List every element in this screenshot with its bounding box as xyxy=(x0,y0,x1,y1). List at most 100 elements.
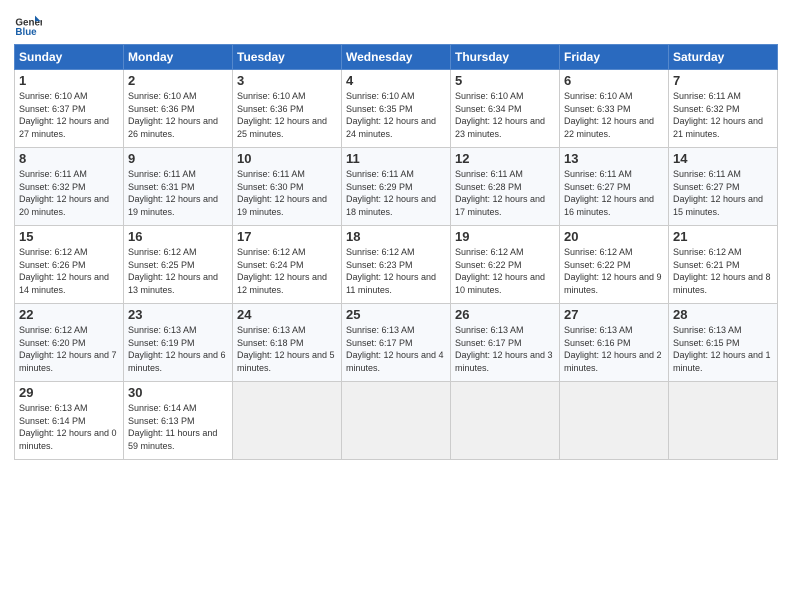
day-info: Sunrise: 6:12 AMSunset: 6:22 PMDaylight:… xyxy=(455,246,555,296)
calendar-week-row: 8 Sunrise: 6:11 AMSunset: 6:32 PMDaylight… xyxy=(15,148,778,226)
header-tuesday: Tuesday xyxy=(233,45,342,70)
day-number: 9 xyxy=(128,151,228,166)
calendar-cell: 21 Sunrise: 6:12 AMSunset: 6:21 PMDayligh… xyxy=(669,226,778,304)
day-number: 11 xyxy=(346,151,446,166)
day-info: Sunrise: 6:11 AMSunset: 6:32 PMDaylight:… xyxy=(673,90,773,140)
header-monday: Monday xyxy=(124,45,233,70)
day-number: 8 xyxy=(19,151,119,166)
day-info: Sunrise: 6:11 AMSunset: 6:30 PMDaylight:… xyxy=(237,168,337,218)
day-number: 3 xyxy=(237,73,337,88)
calendar-cell xyxy=(669,382,778,460)
day-info: Sunrise: 6:12 AMSunset: 6:22 PMDaylight:… xyxy=(564,246,664,296)
day-number: 25 xyxy=(346,307,446,322)
calendar-cell: 10 Sunrise: 6:11 AMSunset: 6:30 PMDayligh… xyxy=(233,148,342,226)
calendar-cell: 30Sunrise: 6:14 AMSunset: 6:13 PMDayligh… xyxy=(124,382,233,460)
day-info: Sunrise: 6:11 AMSunset: 6:32 PMDaylight:… xyxy=(19,168,119,218)
day-info: Sunrise: 6:12 AMSunset: 6:23 PMDaylight:… xyxy=(346,246,446,296)
day-info: Sunrise: 6:13 AMSunset: 6:17 PMDaylight:… xyxy=(455,324,555,374)
day-number: 2 xyxy=(128,73,228,88)
day-number: 28 xyxy=(673,307,773,322)
calendar-cell: 28 Sunrise: 6:13 AMSunset: 6:15 PMDayligh… xyxy=(669,304,778,382)
day-info: Sunrise: 6:12 AMSunset: 6:21 PMDaylight:… xyxy=(673,246,773,296)
header-sunday: Sunday xyxy=(15,45,124,70)
day-number: 16 xyxy=(128,229,228,244)
day-number: 14 xyxy=(673,151,773,166)
day-info: Sunrise: 6:10 AMSunset: 6:35 PMDaylight:… xyxy=(346,90,446,140)
day-info: Sunrise: 6:10 AMSunset: 6:36 PMDaylight:… xyxy=(237,90,337,140)
day-info: Sunrise: 6:13 AMSunset: 6:19 PMDaylight:… xyxy=(128,324,228,374)
day-info: Sunrise: 6:13 AMSunset: 6:17 PMDaylight:… xyxy=(346,324,446,374)
day-number: 12 xyxy=(455,151,555,166)
calendar-cell: 11 Sunrise: 6:11 AMSunset: 6:29 PMDayligh… xyxy=(342,148,451,226)
day-number: 4 xyxy=(346,73,446,88)
main-container: General Blue Sunday Monday Tuesday Wedne… xyxy=(0,0,792,470)
day-info: Sunrise: 6:10 AMSunset: 6:37 PMDaylight:… xyxy=(19,90,119,140)
day-number: 7 xyxy=(673,73,773,88)
day-number: 21 xyxy=(673,229,773,244)
day-number: 23 xyxy=(128,307,228,322)
days-header-row: Sunday Monday Tuesday Wednesday Thursday… xyxy=(15,45,778,70)
header-friday: Friday xyxy=(560,45,669,70)
header-wednesday: Wednesday xyxy=(342,45,451,70)
day-number: 27 xyxy=(564,307,664,322)
calendar-week-row: 1 Sunrise: 6:10 AMSunset: 6:37 PMDaylight… xyxy=(15,70,778,148)
calendar-cell: 27Sunrise: 6:13 AMSunset: 6:16 PMDayligh… xyxy=(560,304,669,382)
calendar-cell: 26 Sunrise: 6:13 AMSunset: 6:17 PMDayligh… xyxy=(451,304,560,382)
calendar-cell: 5 Sunrise: 6:10 AMSunset: 6:34 PMDaylight… xyxy=(451,70,560,148)
day-info: Sunrise: 6:11 AMSunset: 6:31 PMDaylight:… xyxy=(128,168,228,218)
header-saturday: Saturday xyxy=(669,45,778,70)
day-info: Sunrise: 6:10 AMSunset: 6:34 PMDaylight:… xyxy=(455,90,555,140)
calendar-cell: 17 Sunrise: 6:12 AMSunset: 6:24 PMDayligh… xyxy=(233,226,342,304)
header-thursday: Thursday xyxy=(451,45,560,70)
svg-text:Blue: Blue xyxy=(15,27,37,38)
day-info: Sunrise: 6:12 AMSunset: 6:26 PMDaylight:… xyxy=(19,246,119,296)
day-number: 10 xyxy=(237,151,337,166)
day-number: 22 xyxy=(19,307,119,322)
day-number: 30 xyxy=(128,385,228,400)
calendar-week-row: 22 Sunrise: 6:12 AMSunset: 6:20 PMDayligh… xyxy=(15,304,778,382)
calendar-cell: 22 Sunrise: 6:12 AMSunset: 6:20 PMDayligh… xyxy=(15,304,124,382)
day-info: Sunrise: 6:13 AMSunset: 6:14 PMDaylight:… xyxy=(19,402,119,452)
calendar-cell: 7 Sunrise: 6:11 AMSunset: 6:32 PMDaylight… xyxy=(669,70,778,148)
calendar-cell xyxy=(560,382,669,460)
day-number: 17 xyxy=(237,229,337,244)
day-info: Sunrise: 6:12 AMSunset: 6:20 PMDaylight:… xyxy=(19,324,119,374)
calendar-cell: 13 Sunrise: 6:11 AMSunset: 6:27 PMDayligh… xyxy=(560,148,669,226)
calendar-cell: 4 Sunrise: 6:10 AMSunset: 6:35 PMDaylight… xyxy=(342,70,451,148)
calendar-cell: 19 Sunrise: 6:12 AMSunset: 6:22 PMDayligh… xyxy=(451,226,560,304)
day-number: 15 xyxy=(19,229,119,244)
calendar-cell xyxy=(451,382,560,460)
day-number: 26 xyxy=(455,307,555,322)
day-info: Sunrise: 6:10 AMSunset: 6:36 PMDaylight:… xyxy=(128,90,228,140)
day-info: Sunrise: 6:11 AMSunset: 6:28 PMDaylight:… xyxy=(455,168,555,218)
day-number: 1 xyxy=(19,73,119,88)
calendar-cell: 6 Sunrise: 6:10 AMSunset: 6:33 PMDaylight… xyxy=(560,70,669,148)
calendar-cell: 20 Sunrise: 6:12 AMSunset: 6:22 PMDayligh… xyxy=(560,226,669,304)
calendar-cell: 25 Sunrise: 6:13 AMSunset: 6:17 PMDayligh… xyxy=(342,304,451,382)
calendar-week-row: 15 Sunrise: 6:12 AMSunset: 6:26 PMDayligh… xyxy=(15,226,778,304)
calendar-cell: 18Sunrise: 6:12 AMSunset: 6:23 PMDayligh… xyxy=(342,226,451,304)
header: General Blue xyxy=(14,10,778,38)
day-info: Sunrise: 6:12 AMSunset: 6:24 PMDaylight:… xyxy=(237,246,337,296)
calendar-week-row: 29 Sunrise: 6:13 AMSunset: 6:14 PMDayligh… xyxy=(15,382,778,460)
calendar-cell: 15 Sunrise: 6:12 AMSunset: 6:26 PMDayligh… xyxy=(15,226,124,304)
day-number: 20 xyxy=(564,229,664,244)
day-number: 6 xyxy=(564,73,664,88)
day-number: 19 xyxy=(455,229,555,244)
logo: General Blue xyxy=(14,10,42,38)
calendar-cell: 12 Sunrise: 6:11 AMSunset: 6:28 PMDayligh… xyxy=(451,148,560,226)
day-number: 13 xyxy=(564,151,664,166)
calendar-cell: 2 Sunrise: 6:10 AMSunset: 6:36 PMDaylight… xyxy=(124,70,233,148)
day-info: Sunrise: 6:11 AMSunset: 6:27 PMDaylight:… xyxy=(564,168,664,218)
logo-icon: General Blue xyxy=(14,10,42,38)
day-number: 5 xyxy=(455,73,555,88)
calendar-cell xyxy=(233,382,342,460)
day-info: Sunrise: 6:13 AMSunset: 6:15 PMDaylight:… xyxy=(673,324,773,374)
calendar-cell: 1 Sunrise: 6:10 AMSunset: 6:37 PMDaylight… xyxy=(15,70,124,148)
day-info: Sunrise: 6:10 AMSunset: 6:33 PMDaylight:… xyxy=(564,90,664,140)
day-number: 29 xyxy=(19,385,119,400)
calendar-cell: 29 Sunrise: 6:13 AMSunset: 6:14 PMDayligh… xyxy=(15,382,124,460)
calendar-cell xyxy=(342,382,451,460)
day-info: Sunrise: 6:11 AMSunset: 6:29 PMDaylight:… xyxy=(346,168,446,218)
day-info: Sunrise: 6:12 AMSunset: 6:25 PMDaylight:… xyxy=(128,246,228,296)
